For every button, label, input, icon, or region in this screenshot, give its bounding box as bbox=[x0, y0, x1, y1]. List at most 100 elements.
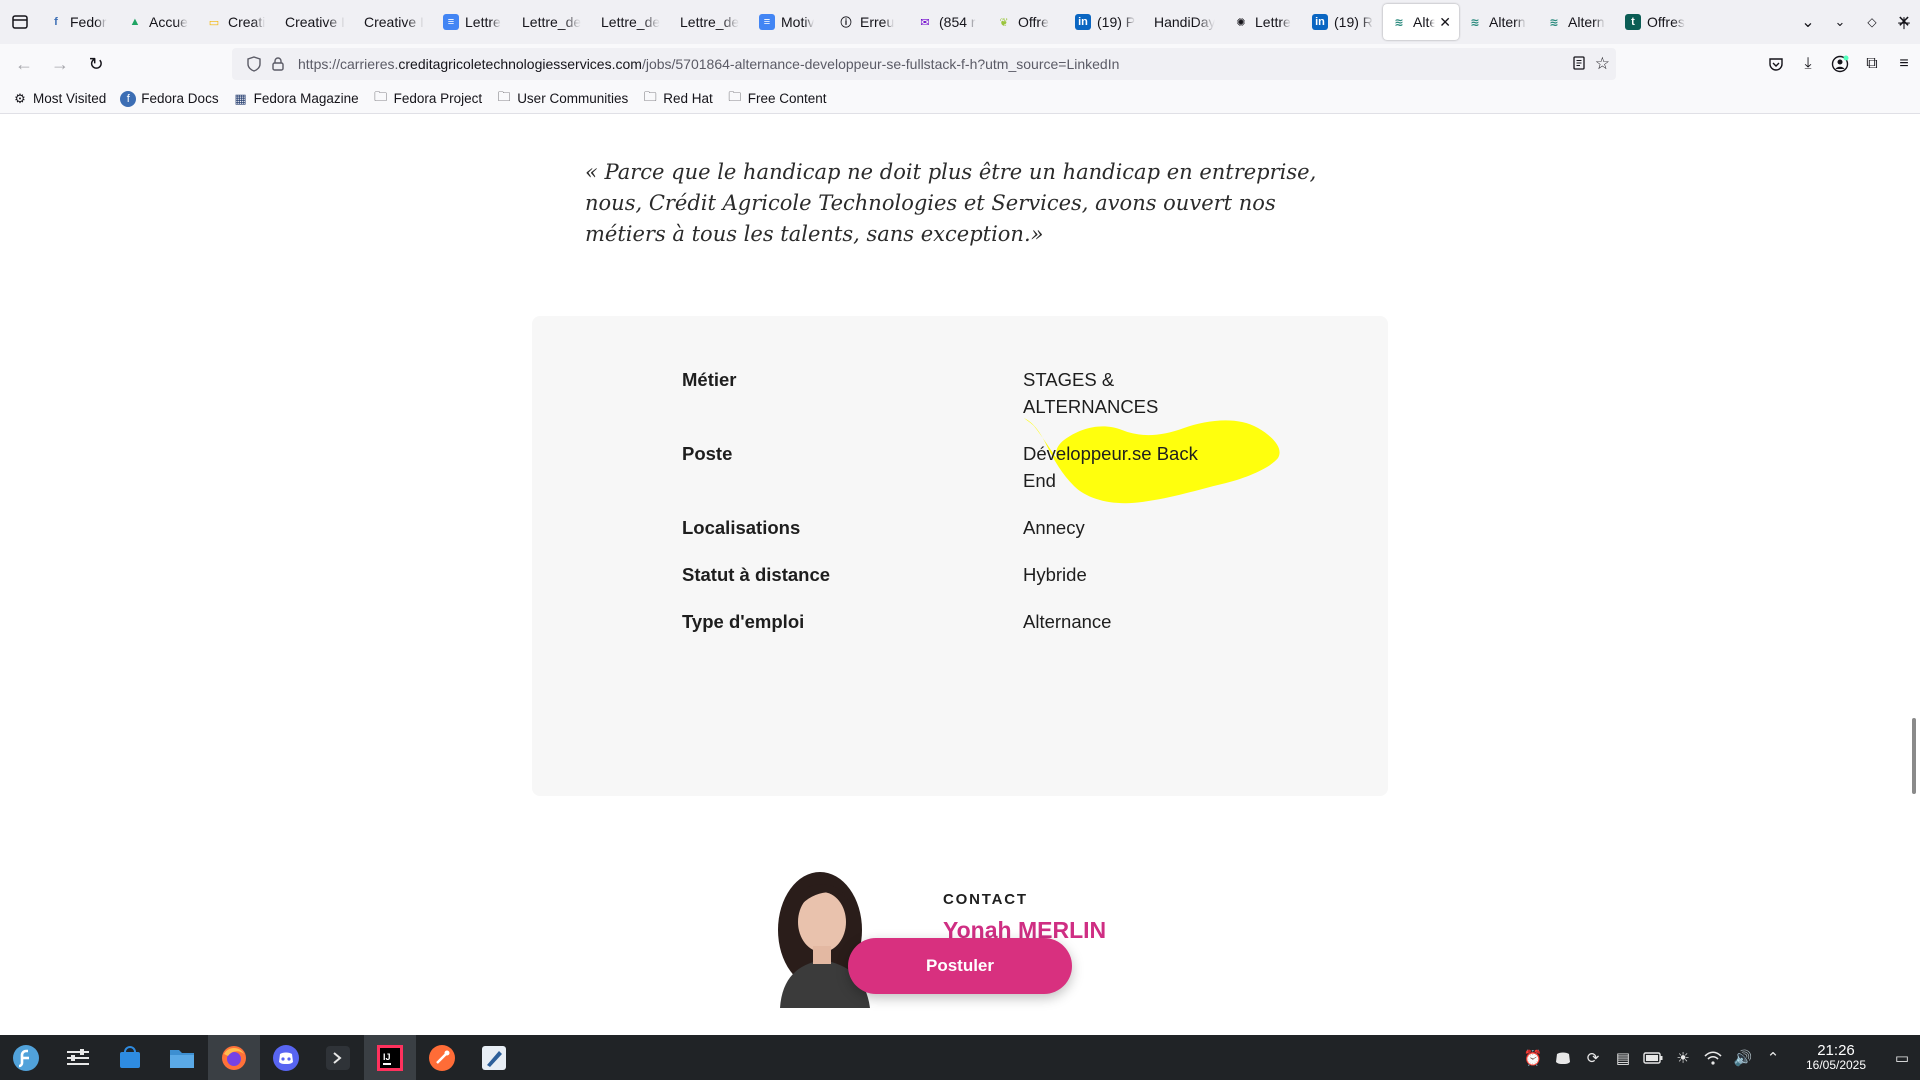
browser-tab[interactable]: in (19) P bbox=[1067, 4, 1146, 40]
brightness-icon[interactable]: ☀ bbox=[1668, 1035, 1698, 1080]
browser-tab[interactable]: Lettre_de bbox=[593, 4, 672, 40]
firefox-icon bbox=[222, 1045, 246, 1070]
tab-bar: f Fedor ▲ Accue ▭ Creati Creative I Creative I ≡… bbox=[0, 0, 1920, 44]
bookmark-star-icon[interactable]: ☆ bbox=[1595, 54, 1610, 74]
downloads-icon[interactable]: ⤓ bbox=[1792, 48, 1824, 80]
browser-tab[interactable]: in (19) R bbox=[1304, 4, 1383, 40]
pocket-icon[interactable] bbox=[1760, 48, 1792, 80]
linkedin-icon: in bbox=[1075, 14, 1091, 30]
wifi-icon[interactable] bbox=[1698, 1035, 1728, 1080]
sync-icon[interactable]: ⟳ bbox=[1578, 1035, 1608, 1080]
extensions-icon[interactable]: ⧉ bbox=[1856, 48, 1888, 80]
close-window-icon[interactable]: ✕ bbox=[1888, 6, 1920, 38]
browser-tab[interactable]: Creative I bbox=[356, 4, 435, 40]
bookmark-label: Fedora Docs bbox=[141, 91, 219, 106]
browser-tab[interactable]: ❦ Offre bbox=[988, 4, 1067, 40]
bookmark-item[interactable]: 🗀 Free Content bbox=[727, 88, 826, 107]
google-docs-icon: ≡ bbox=[443, 14, 459, 30]
bookmark-item[interactable]: 🗀 Red Hat bbox=[642, 89, 713, 107]
browser-tab[interactable]: Creative I bbox=[277, 4, 356, 40]
intellij-icon: IJ bbox=[377, 1044, 403, 1071]
browser-tab[interactable]: Lettre_de bbox=[672, 4, 751, 40]
bookmark-item[interactable]: ▦ Fedora Magazine bbox=[233, 91, 358, 107]
apply-button[interactable]: Postuler bbox=[848, 938, 1072, 994]
tab-title: Fedor bbox=[70, 14, 107, 30]
browser-tab[interactable]: ≡ Motiv bbox=[751, 4, 830, 40]
detail-value: Hybride bbox=[1023, 564, 1087, 585]
tracking-protection-icon[interactable] bbox=[242, 56, 266, 72]
tab-title: (854 r bbox=[939, 14, 976, 30]
clipboard-icon[interactable]: ▤ bbox=[1608, 1035, 1638, 1080]
taskbar-intellij[interactable]: IJ bbox=[364, 1035, 416, 1080]
browser-tab[interactable]: f Fedor bbox=[40, 4, 119, 40]
taskbar-terminal[interactable] bbox=[312, 1035, 364, 1080]
page-scrollbar-thumb[interactable] bbox=[1912, 718, 1916, 794]
bookmark-item[interactable]: 🗀 Fedora Project bbox=[373, 89, 482, 107]
battery-icon[interactable] bbox=[1638, 1035, 1668, 1080]
browser-tab[interactable]: ⓘ Erreu bbox=[830, 4, 909, 40]
url-text[interactable]: https://carrieres.creditagricoletechnolo… bbox=[298, 56, 1119, 72]
gear-icon: ⚙ bbox=[14, 90, 26, 106]
folder-icon: 🗀 bbox=[728, 88, 742, 104]
tab-title: Lettre_de bbox=[680, 14, 740, 30]
list-all-tabs-icon[interactable]: ⌄ bbox=[1792, 6, 1824, 38]
google-slides-icon: ▭ bbox=[208, 16, 220, 29]
browser-tab[interactable]: ≋ Altern bbox=[1459, 4, 1538, 40]
tab-title: Creative I bbox=[364, 14, 424, 30]
browser-tab[interactable]: ✺ Lettre bbox=[1225, 4, 1304, 40]
notifications-icon[interactable]: ⏰ bbox=[1518, 1035, 1548, 1080]
volume-icon[interactable]: 🔊 bbox=[1728, 1035, 1758, 1080]
job-details-card: Métier STAGES & ALTERNANCES Poste Dévelo… bbox=[532, 316, 1388, 796]
detail-value: Alternance bbox=[1023, 611, 1112, 632]
browser-tab[interactable]: ▭ Creati bbox=[198, 4, 277, 40]
show-desktop-icon[interactable]: ▭ bbox=[1884, 1035, 1920, 1080]
taskbar-files[interactable] bbox=[156, 1035, 208, 1080]
bookmark-item[interactable]: f Fedora Docs bbox=[120, 90, 219, 107]
files-icon bbox=[170, 1049, 194, 1068]
system-tray: ⏰ ⟳ ▤ ☀ 🔊 ⌃ 21:26 16/05/2025 ▭ bbox=[1518, 1035, 1920, 1080]
fedora-menu-button[interactable] bbox=[0, 1035, 52, 1080]
bookmark-item[interactable]: 🗀 User Communities bbox=[496, 88, 629, 107]
taskbar-kate[interactable] bbox=[468, 1035, 520, 1080]
forward-button[interactable]: → bbox=[42, 48, 78, 80]
system-taskbar: IJ ⏰ ⟳ ▤ ☀ 🔊 ⌃ 21:26 16/05/2025 ▭ bbox=[0, 1035, 1920, 1080]
close-tab-icon[interactable]: ✕ bbox=[1439, 14, 1451, 31]
chatgpt-icon: ✺ bbox=[1236, 16, 1246, 29]
browser-tab[interactable]: Lettre_de bbox=[514, 4, 593, 40]
taskbar-firefox[interactable] bbox=[208, 1035, 260, 1080]
browser-tab[interactable]: ≡ Lettre bbox=[435, 4, 514, 40]
clock-time: 21:26 bbox=[1817, 1041, 1855, 1059]
browser-tab[interactable]: ▲ Accue bbox=[119, 4, 198, 40]
minimize-icon[interactable]: ⌄ bbox=[1824, 6, 1856, 38]
inclusion-quote: « Parce que le handicap ne doit plus êtr… bbox=[585, 160, 1317, 246]
taskbar-postman[interactable] bbox=[416, 1035, 468, 1080]
taskbar-settings[interactable] bbox=[52, 1035, 104, 1080]
clock[interactable]: 21:26 16/05/2025 bbox=[1796, 1043, 1876, 1073]
google-docs-icon: ≡ bbox=[759, 14, 775, 30]
firefox-view-button[interactable] bbox=[0, 0, 40, 44]
browser-tab[interactable]: ✉ (854 r bbox=[909, 4, 988, 40]
bookmark-item[interactable]: ⚙ Most Visited bbox=[12, 91, 106, 107]
browser-tab[interactable]: t Offres bbox=[1617, 4, 1696, 40]
tray-expand-icon[interactable]: ⌃ bbox=[1758, 1035, 1788, 1080]
taskbar-software-store[interactable] bbox=[104, 1035, 156, 1080]
browser-tab[interactable]: ≋ Alte ✕ bbox=[1383, 4, 1459, 40]
browser-tab[interactable]: ≋ Altern bbox=[1538, 4, 1617, 40]
web-page: « Parce que le handicap ne doit plus êtr… bbox=[0, 115, 1920, 1035]
account-icon[interactable] bbox=[1824, 48, 1856, 80]
browser-tab[interactable]: HandiDay bbox=[1146, 4, 1225, 40]
back-button[interactable]: ← bbox=[6, 48, 42, 80]
maximize-icon[interactable]: ◇ bbox=[1856, 6, 1888, 38]
terminal-icon bbox=[326, 1045, 350, 1070]
detail-label: Type d'emploi bbox=[682, 611, 805, 632]
detail-label: Localisations bbox=[682, 517, 801, 538]
reload-button[interactable]: ↻ bbox=[78, 48, 114, 80]
taskbar-discord[interactable] bbox=[260, 1035, 312, 1080]
lock-icon[interactable] bbox=[266, 57, 290, 71]
discord-tray-icon[interactable] bbox=[1548, 1035, 1578, 1080]
menu-hamburger-icon[interactable]: ≡ bbox=[1888, 48, 1920, 80]
tab-title: Altern bbox=[1489, 14, 1526, 30]
url-bar[interactable]: https://carrieres.creditagricoletechnolo… bbox=[232, 48, 1616, 80]
folder-icon: 🗀 bbox=[497, 88, 511, 104]
reader-view-icon[interactable] bbox=[1571, 55, 1587, 74]
